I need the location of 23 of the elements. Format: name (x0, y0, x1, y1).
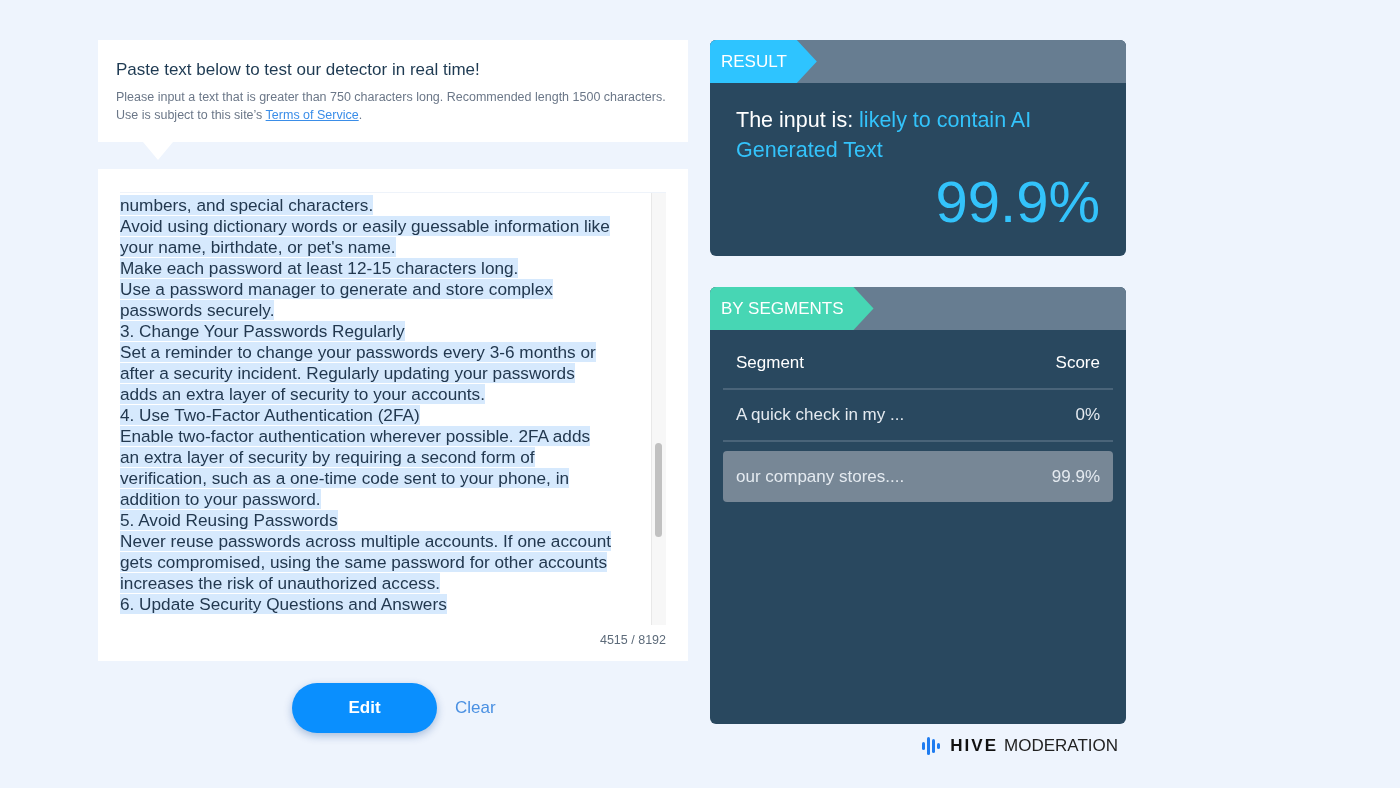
score-value: 99.9% (934, 169, 1100, 235)
edit-button[interactable]: Edit (292, 683, 437, 733)
segment-text: A quick check in my ... (736, 405, 905, 425)
brand-suffix: MODERATION (1004, 736, 1118, 756)
result-tag: RESULT (710, 40, 817, 83)
segment-score: 99.9% (1051, 466, 1100, 487)
intro-title: Paste text below to test our detector in real time! (116, 60, 481, 80)
segments-tag: BY SEGMENTS (710, 287, 874, 330)
brand-name: HIVE (950, 736, 999, 756)
text-editor[interactable] (98, 169, 688, 661)
segment-row[interactable]: our company stores.... 99.9% (723, 451, 1113, 502)
terms-link[interactable]: Terms of Service (265, 108, 359, 122)
logo-bars-icon (922, 737, 941, 755)
verdict-text: The input is: likely to contain AI Generated Text (736, 107, 1033, 164)
column-header: Segment (736, 353, 805, 373)
segment-score: 0% (1075, 405, 1100, 425)
clear-button[interactable]: Clear (455, 698, 496, 718)
segment-row[interactable]: A quick check in my ... 0% (723, 390, 1113, 442)
character-counter: 4515 / 8192 (599, 633, 666, 647)
column-header: Score (1055, 353, 1100, 373)
intro-description: Please input a text that is greater than 750 characters long. Recommended length 1500 characters. Use is subject to this site’s Terms of Service. (116, 89, 667, 124)
segment-text: our company stores.... (736, 466, 905, 487)
scrollbar[interactable] (651, 193, 666, 625)
